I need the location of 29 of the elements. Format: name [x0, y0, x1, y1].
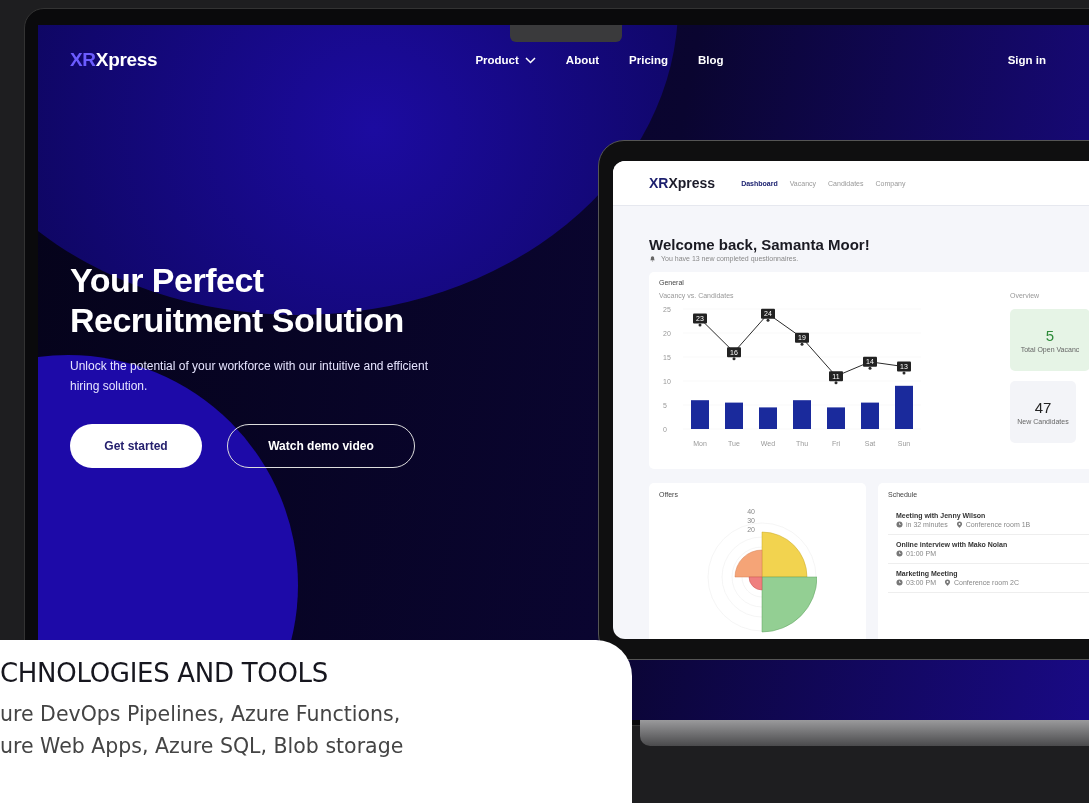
chart-bar [725, 402, 743, 429]
location-pin-icon [955, 521, 963, 528]
chart-bar [827, 407, 845, 429]
sign-in-link[interactable]: Sign in [1007, 54, 1046, 66]
chart-bar [759, 407, 777, 429]
chart-bar [895, 385, 913, 429]
nav-link[interactable]: About [565, 54, 600, 66]
chevron-down-icon [524, 56, 536, 64]
card-text: ure DevOps Pipelines, Azure Functions, ure Web Apps, Azure SQL, Blob storage [0, 701, 404, 760]
logo[interactable]: XRXpress [649, 175, 716, 191]
logo[interactable]: XRXpress [70, 49, 158, 71]
clock-icon [896, 579, 903, 586]
card-heading: CHNOLOGIES AND TOOLS [0, 658, 329, 688]
welcome-heading: Welcome back, Samanta Moor! [649, 236, 871, 253]
clock-icon [896, 521, 903, 528]
nav-link[interactable]: Product [475, 54, 536, 66]
stat-value: 5 [1045, 327, 1055, 344]
get-started-button[interactable]: Get started [70, 424, 202, 468]
chart-bar [793, 400, 811, 429]
chart-bar [691, 400, 709, 429]
stat-value: 47 [1034, 399, 1052, 416]
location-pin-icon [943, 579, 951, 586]
nav-link[interactable]: Blog [698, 54, 724, 66]
hero-subtitle: Unlock the potential of your workforce with our intuitive and efficient hiring solution. [70, 358, 429, 395]
clock-icon [896, 550, 903, 557]
bell-icon [649, 255, 656, 262]
nav-link[interactable]: Pricing [629, 54, 669, 66]
hero-title: Your Perfect Recruitment Solution [70, 260, 404, 340]
chart-bar [861, 402, 879, 429]
